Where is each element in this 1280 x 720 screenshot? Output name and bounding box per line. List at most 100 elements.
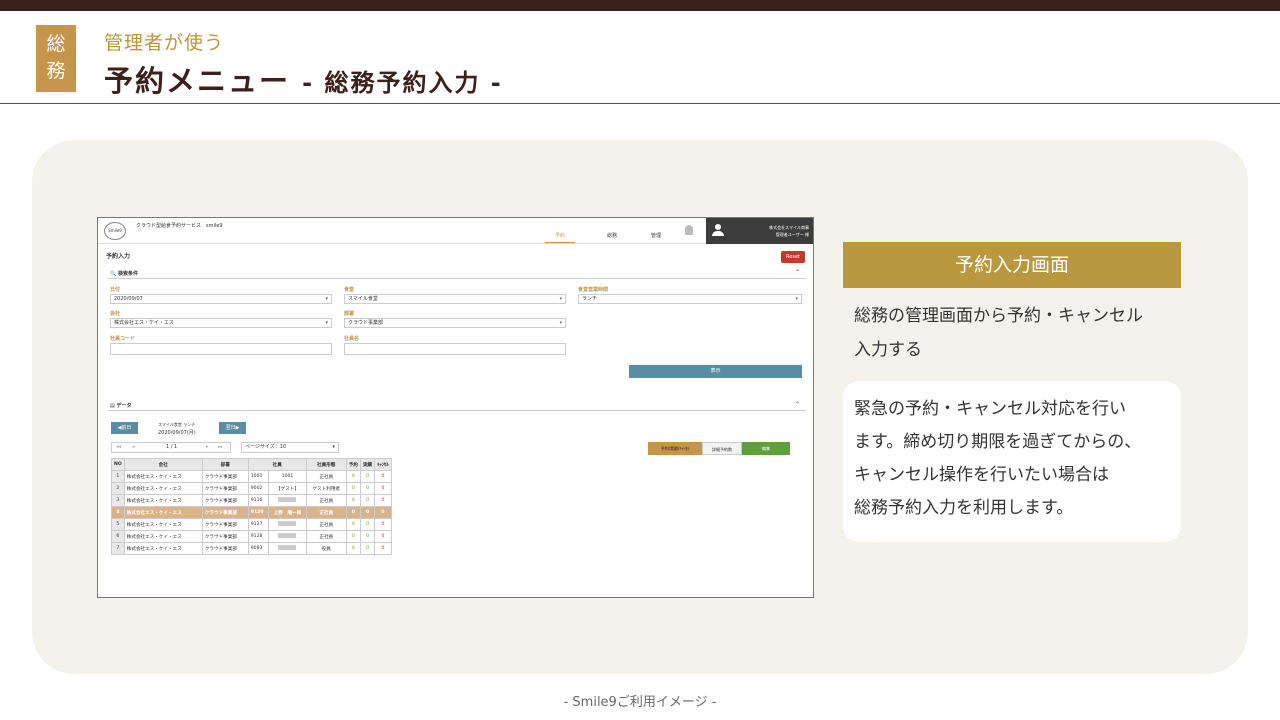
app-logo: Smile9: [104, 222, 126, 240]
row-actual: 0: [359, 530, 376, 543]
table-row[interactable]: 5 株式会社エス・ケイ・エス クラウド事業部 9127 正社員 0 0 0: [111, 518, 392, 531]
chevron-up-icon[interactable]: ⌃: [795, 401, 800, 408]
next-day-button[interactable]: 翌日▶: [219, 422, 246, 434]
title-main: 予約メニュー: [104, 64, 291, 98]
cafeteria-select[interactable]: スマイル食堂 ▾: [344, 294, 566, 304]
row-reserve: 0: [345, 482, 361, 495]
row-actual: 0: [359, 518, 376, 531]
row-type: 正社員: [305, 470, 347, 483]
show-button[interactable]: 表示: [629, 365, 802, 378]
col-no: NO: [111, 458, 125, 471]
row-reserve: 0: [345, 518, 361, 531]
hours-select[interactable]: ランチ ▾: [578, 294, 802, 304]
row-type: 正社員: [305, 530, 347, 543]
dept-value: クラウド事業部: [348, 320, 384, 326]
side-note: 緊急の予約・キャンセル対応を行い ます。締め切り期限を過ぎてからの、 キャンセル…: [843, 381, 1181, 542]
row-dept: クラウド事業部: [201, 470, 249, 483]
table-row[interactable]: 6 株式会社エス・ケイ・エス クラウド事業部 9128 正社員 0 0 0: [111, 530, 392, 543]
dept-select[interactable]: クラウド事業部 ▾: [344, 318, 566, 328]
emp-name-input[interactable]: [344, 343, 566, 355]
prev-day-button[interactable]: ◀前日: [111, 422, 138, 434]
chevron-up-icon[interactable]: ⌃: [795, 269, 800, 276]
nav-admin[interactable]: 管理: [651, 232, 661, 239]
table-row[interactable]: 7 株式会社エス・ケイ・エス クラウド事業部 9083 役員 0 0 0: [111, 542, 392, 555]
row-type: ゲスト利用者: [305, 482, 347, 495]
edit-button[interactable]: 編集: [742, 442, 790, 455]
reset-button[interactable]: Reset: [781, 251, 805, 263]
chevron-down-icon: ▾: [325, 296, 328, 302]
row-cancel: 0: [374, 494, 392, 507]
row-name: 【ゲスト】: [268, 482, 307, 495]
table-row[interactable]: 1 株式会社エス・ケイ・エス クラウド事業部 1001 1001 正社員 0 0 0: [111, 470, 392, 483]
row-company: 株式会社エス・ケイ・エス: [123, 518, 203, 531]
date-value: 2020/09/07: [114, 296, 143, 302]
note-line2: ます。締め切り期限を過ぎてからの、: [854, 432, 1142, 452]
last-page-icon[interactable]: ▸▸: [218, 443, 223, 452]
redacted-name: [278, 497, 297, 502]
row-cancel: 0: [374, 518, 392, 531]
note-line3: キャンセル操作を行いたい場合は: [854, 465, 1109, 485]
side-description: 総務の管理画面から予約・キャンセル 入力する: [854, 299, 1184, 367]
nav-reserve[interactable]: 予約: [545, 232, 576, 243]
detail-count-button[interactable]: 詳細予約数: [702, 442, 742, 455]
badge-line-1: 総: [46, 33, 66, 55]
bell-icon[interactable]: [685, 225, 693, 235]
side-desc-line2: 入力する: [854, 340, 922, 360]
company-label: 会社: [110, 311, 121, 317]
row-company: 株式会社エス・ケイ・エス: [123, 482, 203, 495]
footer-caption: - Smile9ご利用イメージ -: [563, 695, 717, 710]
reserve-cancel-button[interactable]: 予約/実績/ｷｬﾝｾﾙ: [648, 442, 702, 455]
chevron-down-icon: ▾: [559, 296, 562, 302]
row-code: 9083: [247, 542, 270, 555]
emp-code-input[interactable]: [110, 343, 332, 355]
hours-value: ランチ: [582, 296, 598, 302]
header-divider: [0, 103, 1280, 104]
first-page-icon[interactable]: ◂◂: [116, 443, 121, 452]
row-name: [268, 530, 307, 543]
nav-general[interactable]: 総務: [607, 232, 617, 239]
chevron-down-icon: ▾: [559, 320, 562, 326]
row-code: 1001: [247, 470, 270, 483]
data-divider: [108, 410, 806, 411]
user-icon: [712, 224, 724, 236]
row-type: 正社員: [305, 506, 347, 519]
col-actual: 実績: [359, 458, 376, 471]
row-name: [268, 494, 307, 507]
top-bar: [0, 0, 1280, 11]
row-code: 9127: [247, 518, 270, 531]
row-cancel: 0: [374, 506, 392, 519]
user-company: 株式会社スマイル商事: [769, 225, 809, 230]
search-divider: [108, 278, 806, 279]
note-line1: 緊急の予約・キャンセル対応を行い: [854, 399, 1126, 419]
dept-label: 部署: [344, 311, 355, 317]
col-employee: 社員: [247, 458, 307, 471]
row-type: 正社員: [305, 494, 347, 507]
row-actual: 0: [359, 506, 376, 519]
row-no: 3: [111, 494, 125, 507]
table-row[interactable]: 2 株式会社エス・ケイ・エス クラウド事業部 9002 【ゲスト】 ゲスト利用者 0 0 0: [111, 482, 392, 495]
pager: ◂◂ ◂ 1 / 1 ▸ ▸▸: [111, 442, 231, 453]
cafeteria-value: スマイル食堂: [348, 296, 378, 302]
hours-label: 食堂営業時間: [578, 287, 609, 293]
cafeteria-label: 食堂: [344, 287, 355, 293]
table-row[interactable]: 3 株式会社エス・ケイ・エス クラウド事業部 9116 正社員 0 0 0: [111, 494, 392, 507]
row-company: 株式会社エス・ケイ・エス: [123, 470, 203, 483]
redacted-name: [278, 533, 297, 538]
row-actual: 0: [359, 494, 376, 507]
page-size-select[interactable]: ページサイズ：10 ▾: [241, 442, 339, 453]
reservation-table: NO 会社 部署 社員 社員形態 予約 実績 ｷｬﾝｾﾙ 1 株式会社エス・ケイ・…: [111, 458, 392, 555]
data-section-text: データ: [116, 403, 132, 409]
search-section-text: 検索条件: [117, 271, 138, 277]
user-menu[interactable]: 株式会社スマイル商事 管理者ユーザー 様: [706, 218, 813, 244]
table-row[interactable]: 4 株式会社エス・ケイ・エス クラウド事業部 9120 上野 順一郎 正社員 0 0 0: [111, 506, 392, 519]
row-name: 上野 順一郎: [268, 506, 307, 519]
company-select[interactable]: 株式会社エス・ケイ・エス ▾: [110, 318, 332, 328]
row-actual: 0: [359, 470, 376, 483]
row-dept: クラウド事業部: [201, 494, 249, 507]
date-select[interactable]: 2020/09/07 ▾: [110, 294, 332, 304]
user-info: 株式会社スマイル商事 管理者ユーザー 様: [769, 224, 809, 238]
next-page-icon[interactable]: ▸: [206, 443, 209, 452]
row-cancel: 0: [374, 542, 392, 555]
prev-page-icon[interactable]: ◂: [132, 443, 135, 452]
emp-name-label: 社員名: [344, 336, 360, 342]
